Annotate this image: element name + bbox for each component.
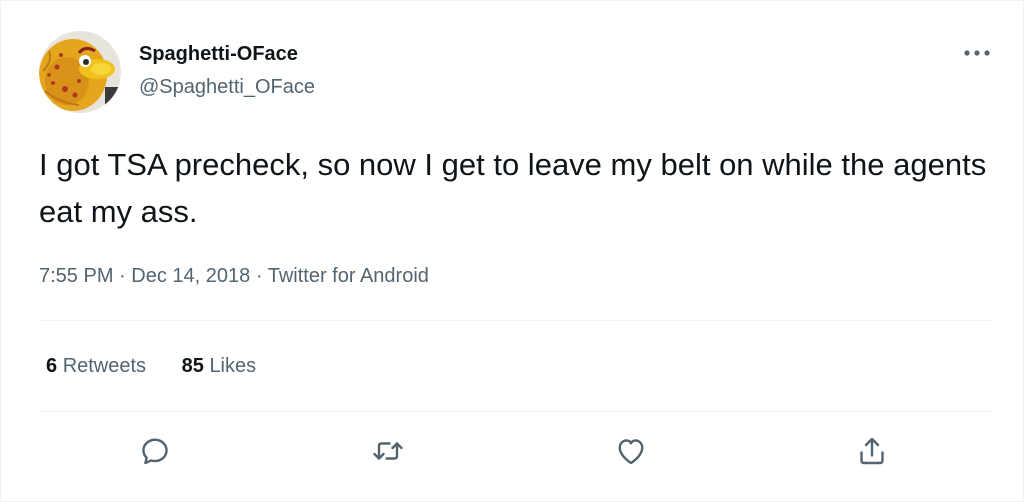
- tweet-card: Spaghetti-OFace @Spaghetti_OFace I got T…: [0, 0, 1024, 502]
- avatar[interactable]: [39, 31, 121, 113]
- divider: [39, 411, 991, 412]
- retweets-count: 6: [46, 355, 58, 377]
- likes-label: Likes: [209, 355, 257, 377]
- tweet-source[interactable]: Twitter for Android: [268, 265, 429, 287]
- tweet-text: I got TSA precheck, so now I get to leav…: [39, 147, 987, 229]
- author-handle[interactable]: @Spaghetti_OFace: [139, 76, 315, 99]
- tweet-metadata: 7:55 PM · Dec 14, 2018 · Twitter for And…: [39, 265, 429, 288]
- reply-icon: [142, 438, 168, 465]
- author-name[interactable]: Spaghetti-OFace: [139, 43, 298, 66]
- tweet-date[interactable]: Dec 14, 2018: [131, 265, 250, 287]
- share-icon: [860, 437, 884, 465]
- avatar-image: [39, 31, 121, 113]
- heart-icon: [618, 439, 644, 465]
- tweet-stats: 6 Retweets 85 Likes: [46, 355, 286, 378]
- reply-button[interactable]: [137, 433, 173, 469]
- more-horizontal-icon[interactable]: [957, 37, 997, 67]
- likes-count: 85: [181, 355, 204, 377]
- retweets-stat[interactable]: 6 Retweets: [46, 355, 146, 378]
- meta-separator: ·: [119, 265, 126, 287]
- share-button[interactable]: [854, 433, 890, 469]
- meta-separator: ·: [255, 265, 263, 287]
- retweets-label: Retweets: [62, 355, 147, 377]
- likes-stat[interactable]: 85 Likes: [182, 355, 257, 378]
- retweet-button[interactable]: [370, 433, 406, 469]
- retweet-icon: [373, 442, 403, 460]
- like-button[interactable]: [613, 433, 649, 469]
- tweet-time[interactable]: 7:55 PM: [39, 265, 113, 287]
- divider: [39, 320, 991, 321]
